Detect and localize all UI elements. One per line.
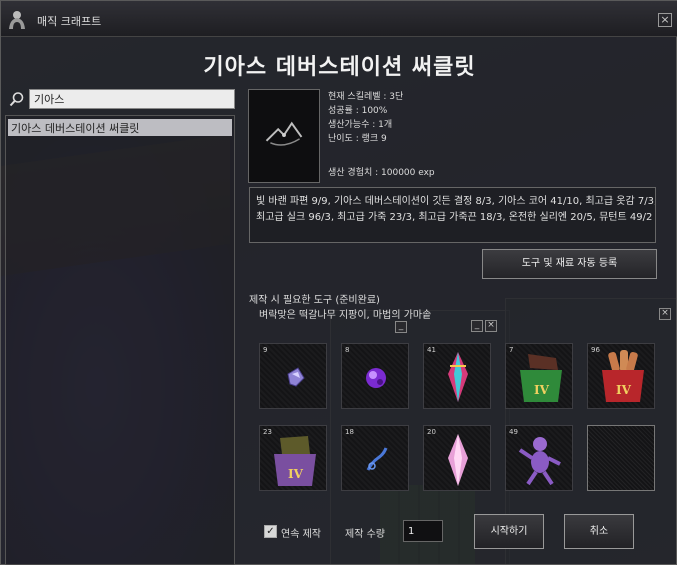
material-slot[interactable]: 9	[259, 343, 327, 409]
silien-crystal-icon	[448, 434, 468, 486]
fabric-bag-icon: IV	[520, 354, 562, 402]
close-icon[interactable]: ×	[659, 308, 671, 320]
start-button[interactable]: 시작하기	[474, 514, 544, 549]
tools-heading: 제작 시 필요한 도구 (준비완료)	[249, 295, 380, 306]
svg-text:IV: IV	[534, 383, 550, 397]
materials-box: 빛 바랜 파편 9/9, 기아스 데버스테이션이 깃든 결정 8/3, 기아스 …	[249, 187, 656, 243]
recipe-title: 기아스 데버스테이션 써클릿	[203, 55, 476, 80]
search-icon	[9, 92, 24, 107]
svg-text:IV: IV	[288, 467, 304, 481]
recipe-list[interactable]: 기아스 데버스테이션 써클릿	[5, 115, 235, 565]
magic-craft-logo-icon	[9, 11, 25, 29]
minimize-icon[interactable]: _	[395, 321, 407, 333]
leather-strap-icon	[366, 447, 388, 471]
quantity-input[interactable]	[403, 520, 443, 542]
material-slot[interactable]: 18	[341, 425, 409, 491]
continuous-craft-label: 연속 제작	[281, 529, 321, 540]
skill-level-text: 현재 스킬레벨 : 3단	[328, 92, 404, 102]
search-input[interactable]	[29, 89, 235, 109]
material-slot[interactable]: 96 IV	[587, 343, 655, 409]
core-crystal-icon	[448, 352, 468, 402]
material-slot[interactable]: 23 IV	[259, 425, 327, 491]
material-slot[interactable]: 7 IV	[505, 343, 573, 409]
quantity-label: 제작 수량	[345, 529, 385, 540]
producible-count-text: 생산가능수 : 1개	[328, 120, 393, 130]
magic-craft-window: 매직 크래프트 × 기아스 데버스테이션 써클릿 기아스 데버스테이션 써클릿 …	[0, 0, 677, 565]
materials-line: 빛 바랜 파편 9/9, 기아스 데버스테이션이 깃든 결정 8/3, 기아스 …	[256, 196, 656, 207]
tools-list-text: 벼락맞은 떡갈나무 지팡이, 마법의 가마솥	[259, 310, 432, 321]
success-rate-text: 성공률 : 100%	[328, 106, 388, 116]
svg-text:IV: IV	[616, 383, 632, 397]
silk-bag-icon: IV	[602, 350, 644, 402]
item-thumbnail	[248, 89, 320, 183]
cancel-button[interactable]: 취소	[564, 514, 634, 549]
material-slot[interactable]: 8	[341, 343, 409, 409]
window-title: 매직 크래프트	[37, 15, 102, 28]
auto-register-button[interactable]: 도구 및 재료 자동 등록	[482, 249, 657, 279]
material-slot[interactable]: 20	[423, 425, 491, 491]
materials-line: 최고급 실크 96/3, 최고급 가죽 23/3, 최고급 가죽끈 18/3, …	[256, 212, 653, 223]
material-slot[interactable]: 41	[423, 343, 491, 409]
close-icon[interactable]: ×	[485, 320, 497, 332]
circlet-icon	[265, 121, 303, 146]
title-bar[interactable]: 매직 크래프트 ×	[1, 1, 677, 37]
continuous-craft-checkbox[interactable]: ✓	[264, 525, 277, 538]
list-item[interactable]: 기아스 데버스테이션 써클릿	[8, 119, 232, 136]
exp-text: 생산 경험치 : 100000 exp	[328, 168, 435, 178]
leather-bag-icon: IV	[274, 436, 316, 486]
empty-slot[interactable]	[587, 425, 655, 491]
faded-shard-icon	[287, 367, 305, 387]
material-slots: 9 8 41 7 IV 96 IV 23 IV 18 20 49	[257, 343, 657, 493]
crystal-gem-icon	[366, 368, 386, 388]
difficulty-text: 난이도 : 랭크 9	[328, 134, 387, 144]
window-close-button[interactable]: ×	[658, 13, 672, 27]
minimize-icon[interactable]: _	[471, 320, 483, 332]
mutant-figure-icon	[518, 437, 561, 486]
material-slot[interactable]: 49	[505, 425, 573, 491]
